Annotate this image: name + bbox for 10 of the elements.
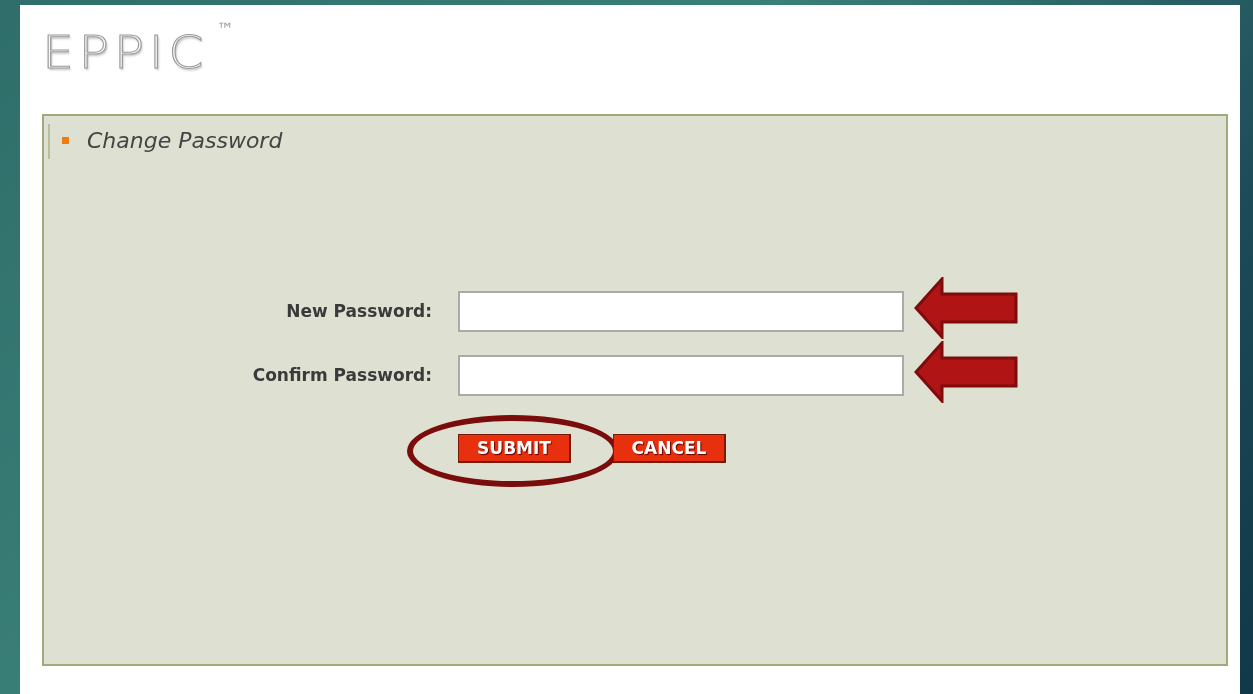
- bullet-icon: [62, 137, 69, 144]
- logo: EPPIC: [42, 27, 209, 78]
- field-label: Confirm Password:: [251, 365, 432, 385]
- panel-title: Change Password: [87, 128, 283, 153]
- form-button[interactable]: CANCEL: [613, 434, 726, 463]
- password-field[interactable]: [458, 290, 904, 332]
- trademark: ™: [216, 19, 234, 39]
- password-field[interactable]: [458, 354, 904, 396]
- form-button[interactable]: SUBMIT: [458, 434, 571, 463]
- field-label: New Password:: [285, 301, 432, 321]
